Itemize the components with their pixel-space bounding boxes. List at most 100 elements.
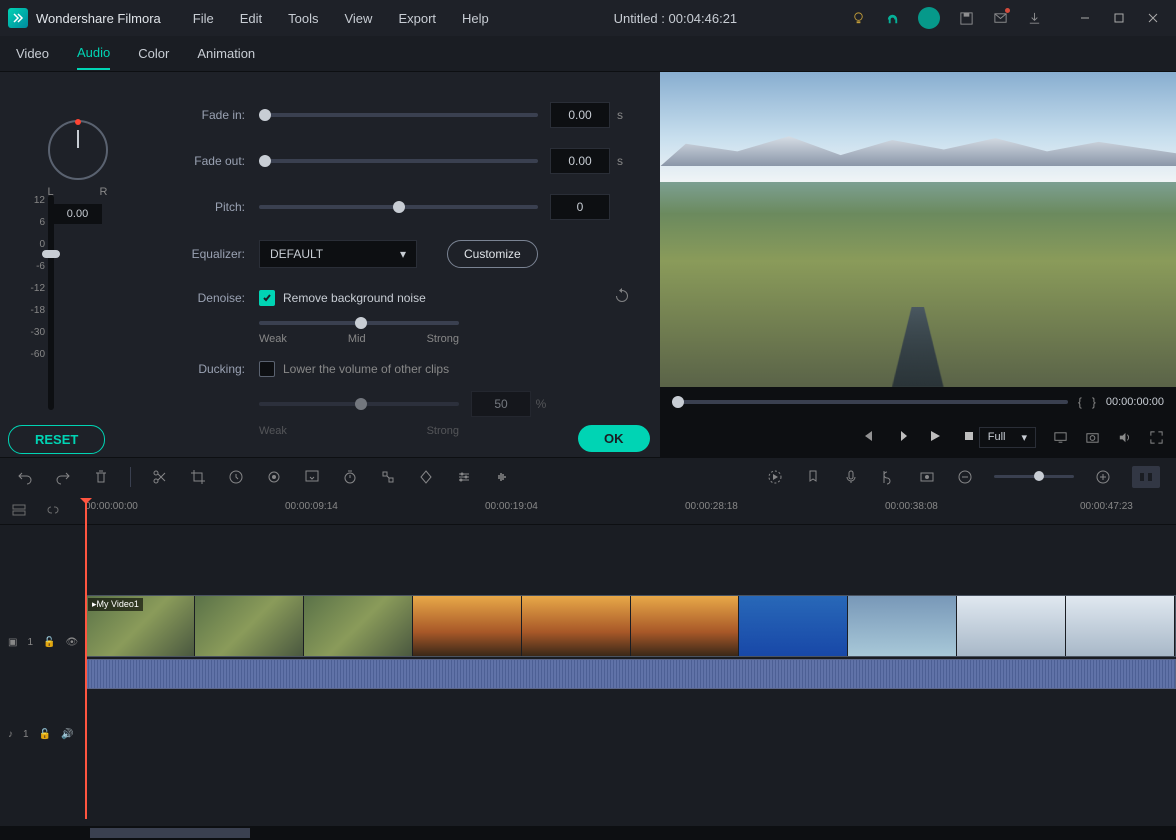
menu-file[interactable]: File [181, 5, 226, 32]
timeline-ruler[interactable]: 00:00:00:00 00:00:09:14 00:00:19:04 00:0… [0, 495, 1176, 525]
close-button[interactable] [1138, 4, 1168, 32]
timeline: 00:00:00:00 00:00:09:14 00:00:19:04 00:0… [0, 495, 1176, 840]
ok-button[interactable]: OK [578, 425, 650, 452]
duration-icon[interactable] [341, 468, 359, 486]
detach-icon[interactable] [379, 468, 397, 486]
fade-in-slider[interactable] [259, 113, 538, 117]
fade-out-label: Fade out: [155, 154, 245, 168]
app-title: Wondershare Filmora [36, 11, 161, 26]
marker-icon[interactable] [804, 468, 822, 486]
menu-edit[interactable]: Edit [228, 5, 274, 32]
tab-video[interactable]: Video [16, 38, 49, 69]
playback-scrubber[interactable] [672, 400, 1068, 404]
balance-knob[interactable] [48, 120, 108, 180]
mark-in-icon[interactable]: { [1078, 395, 1082, 409]
lock-icon[interactable]: 🔓 [43, 637, 55, 648]
delete-icon[interactable] [92, 468, 110, 486]
mute-icon[interactable]: 🔊 [61, 729, 73, 740]
speed-icon[interactable] [227, 468, 245, 486]
tab-audio[interactable]: Audio [77, 37, 110, 70]
adjust-icon[interactable] [455, 468, 473, 486]
knob-right-label: R [100, 186, 108, 198]
timeline-scrollbar[interactable] [0, 826, 1176, 840]
menu-view[interactable]: View [332, 5, 384, 32]
ducking-value: 50 [471, 391, 531, 417]
track-manager-icon[interactable] [10, 502, 28, 520]
audio-track-icon: ♪ [8, 729, 13, 740]
tab-color[interactable]: Color [138, 38, 169, 69]
reset-button[interactable]: RESET [8, 425, 105, 454]
download-icon[interactable] [1026, 10, 1042, 26]
lock-icon[interactable]: 🔓 [39, 729, 51, 740]
visibility-icon[interactable]: 👁 [65, 637, 78, 648]
chevron-down-icon: ▾ [1021, 431, 1027, 444]
fade-out-value[interactable]: 0.00 [550, 148, 610, 174]
message-icon[interactable] [992, 10, 1008, 26]
prev-frame-button[interactable] [860, 429, 874, 446]
mark-out-icon[interactable]: } [1092, 395, 1096, 409]
render-icon[interactable] [766, 468, 784, 486]
zoom-in-icon[interactable] [1094, 468, 1112, 486]
ducking-checkbox-label[interactable]: Lower the volume of other clips [283, 362, 449, 376]
play-button[interactable] [928, 429, 942, 446]
undo-icon[interactable] [16, 468, 34, 486]
preview-area: { } 00:00:00:00 Full▾ [660, 72, 1176, 457]
zoom-out-icon[interactable] [956, 468, 974, 486]
audio-clip[interactable] [85, 659, 1176, 689]
support-icon[interactable] [884, 10, 900, 26]
menu-export[interactable]: Export [386, 5, 448, 32]
record-icon[interactable] [918, 468, 936, 486]
volume-icon[interactable] [1116, 429, 1132, 445]
fullscreen-icon[interactable] [1148, 429, 1164, 445]
pitch-slider[interactable] [259, 205, 538, 209]
video-preview[interactable] [660, 72, 1176, 387]
minimize-button[interactable] [1070, 4, 1100, 32]
volume-meter-track[interactable] [48, 195, 54, 410]
voiceover-icon[interactable] [842, 468, 860, 486]
tab-animation[interactable]: Animation [197, 38, 255, 69]
play-pause-button[interactable] [894, 429, 908, 446]
save-icon[interactable] [958, 10, 974, 26]
denoise-checkbox-label[interactable]: Remove background noise [283, 291, 426, 305]
zoom-slider[interactable] [994, 475, 1074, 478]
ducking-checkbox[interactable] [259, 361, 275, 377]
equalizer-label: Equalizer: [155, 247, 245, 261]
user-avatar-icon[interactable] [918, 7, 940, 29]
denoise-reset-icon[interactable] [614, 288, 630, 307]
mixer-icon[interactable] [880, 468, 898, 486]
snapshot-icon[interactable] [1084, 429, 1100, 445]
display-icon[interactable] [1052, 429, 1068, 445]
menu-tools[interactable]: Tools [276, 5, 330, 32]
titlebar-actions [850, 4, 1168, 32]
stop-button[interactable] [962, 429, 976, 446]
link-icon[interactable] [44, 502, 62, 520]
maximize-button[interactable] [1104, 4, 1134, 32]
volume-meter-thumb[interactable] [42, 250, 60, 258]
denoise-slider[interactable] [259, 321, 459, 325]
titlebar: Wondershare Filmora File Edit Tools View… [0, 0, 1176, 36]
pitch-value[interactable]: 0 [550, 194, 610, 220]
playhead[interactable] [85, 498, 87, 819]
equalizer-dropdown[interactable]: DEFAULT▾ [259, 240, 417, 268]
document-title: Untitled : 00:04:46:21 [501, 11, 850, 26]
menu-help[interactable]: Help [450, 5, 501, 32]
crop-icon[interactable] [189, 468, 207, 486]
video-clip[interactable]: ▸My Video1 [85, 595, 1176, 657]
ducking-label: Ducking: [155, 362, 245, 376]
split-icon[interactable] [151, 468, 169, 486]
denoise-checkbox[interactable] [259, 290, 275, 306]
effects-icon[interactable] [265, 468, 283, 486]
audio-visual-icon[interactable] [493, 468, 511, 486]
panels-icon[interactable] [1132, 466, 1160, 488]
redo-icon[interactable] [54, 468, 72, 486]
keyframe-icon[interactable] [417, 468, 435, 486]
tips-icon[interactable] [850, 10, 866, 26]
fade-in-value[interactable]: 0.00 [550, 102, 610, 128]
fade-out-slider[interactable] [259, 159, 538, 163]
customize-button[interactable]: Customize [447, 240, 538, 268]
audio-panel: LR 0.00 1260-6-12-18-30-60 Fade in: 0.00… [0, 72, 660, 457]
quality-dropdown[interactable]: Full▾ [979, 427, 1036, 448]
denoise-label: Denoise: [155, 291, 245, 305]
ducking-slider[interactable] [259, 402, 459, 406]
dropdown-icon[interactable] [303, 468, 321, 486]
